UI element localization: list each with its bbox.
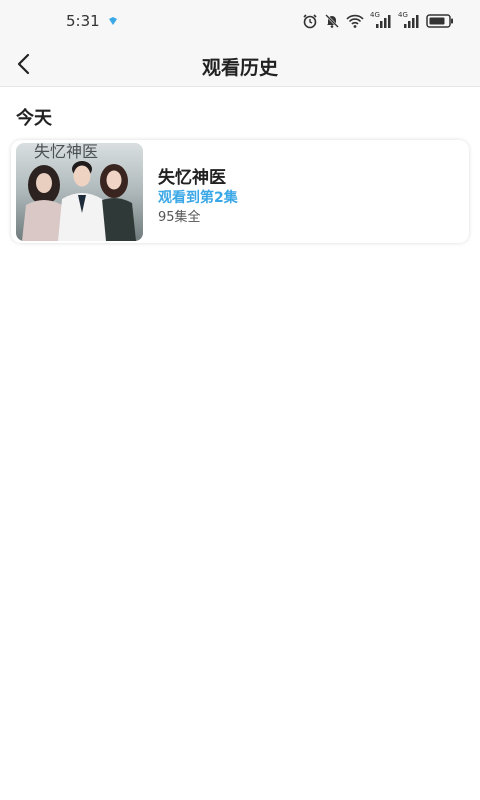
wifi-icon bbox=[346, 14, 364, 28]
status-bar: 5:31 4G 4G bbox=[0, 0, 480, 42]
signal-bars-icon bbox=[404, 15, 419, 28]
system-icons: 4G 4G bbox=[302, 11, 454, 30]
drama-poster-image: 失忆神医 bbox=[16, 143, 143, 241]
battery-icon bbox=[426, 14, 453, 28]
watch-progress: 观看到第2集 bbox=[158, 190, 238, 206]
signal-2: 4G bbox=[398, 11, 420, 29]
signal-1: 4G bbox=[370, 11, 392, 29]
navigation-bar: 观看历史 bbox=[0, 42, 480, 87]
poster-title-text: 失忆神医 bbox=[34, 143, 98, 161]
section-heading-today: 今天 bbox=[16, 108, 52, 129]
history-item[interactable]: 失忆神医 失忆神医 观看到第2集 95集全 bbox=[11, 140, 469, 243]
status-time: 5:31 bbox=[66, 12, 100, 30]
episode-count: 95集全 bbox=[158, 210, 201, 225]
drama-title: 失忆神医 bbox=[158, 168, 226, 188]
signal-bars-icon bbox=[376, 15, 391, 28]
mute-bell-icon bbox=[325, 14, 339, 28]
poster-artwork: 失忆神医 bbox=[16, 143, 143, 241]
location-icon bbox=[109, 17, 117, 25]
page-title: 观看历史 bbox=[201, 57, 278, 79]
alarm-icon bbox=[303, 14, 317, 29]
